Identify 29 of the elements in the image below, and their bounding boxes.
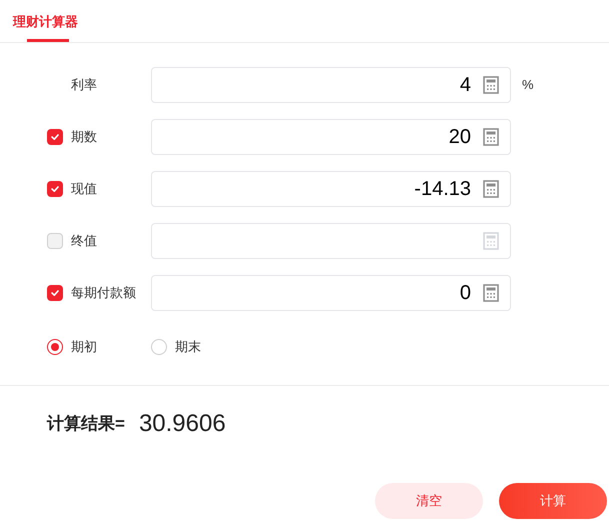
input-field[interactable] (151, 223, 511, 259)
tab[interactable]: 理财计算器 (13, 0, 78, 43)
field-label: 期数 (71, 128, 97, 146)
radio-button[interactable] (47, 339, 63, 355)
calculator-icon[interactable] (483, 180, 499, 198)
input-field[interactable]: 4 (151, 67, 511, 103)
clear-button[interactable]: 清空 (375, 483, 483, 519)
field-label: 现值 (71, 180, 97, 198)
calculator-icon[interactable] (483, 128, 499, 146)
unit-label: % (522, 76, 534, 94)
checkmark-icon (50, 132, 60, 142)
checkbox[interactable] (47, 233, 63, 249)
checkmark-icon (50, 288, 60, 298)
calculator-icon[interactable] (483, 284, 499, 302)
calculator-icon[interactable] (483, 76, 499, 94)
field-label: 利率 (71, 76, 97, 94)
input-field[interactable]: -14.13 (151, 171, 511, 207)
result-label: 计算结果= (47, 413, 125, 436)
checkbox[interactable] (47, 181, 63, 197)
field-label: 每期付款额 (71, 284, 136, 302)
checkmark-icon (50, 184, 60, 194)
radio-label: 期初 (71, 338, 97, 356)
radio-label: 期末 (175, 338, 201, 356)
result-value: 30.9606 (138, 409, 226, 439)
input-field[interactable]: 0 (151, 275, 511, 311)
checkbox[interactable] (47, 285, 63, 301)
field-label: 终值 (71, 232, 97, 250)
checkbox[interactable] (47, 129, 63, 145)
input-field[interactable]: 20 (151, 119, 511, 155)
